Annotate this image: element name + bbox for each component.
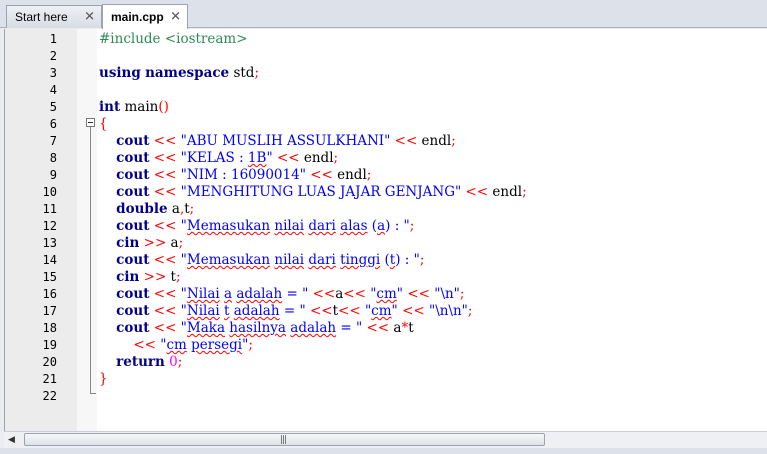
code-text: cout << "KELAS : 1B" << endl;: [116, 150, 339, 166]
close-icon[interactable]: ✕: [84, 10, 95, 25]
tab-label: Start here: [15, 10, 68, 24]
tab-start-here[interactable]: Start here ✕: [6, 5, 102, 28]
line-number: 1: [49, 32, 57, 46]
code-text: cout << "MENGHITUNG LUAS JAJAR GENJANG" …: [116, 184, 527, 200]
code-line[interactable]: 2: [5, 48, 765, 65]
scrollbar-thumb[interactable]: |||: [24, 433, 545, 446]
line-number: 14: [42, 253, 57, 267]
code-text: }: [99, 371, 108, 387]
code-line[interactable]: 13 cin >> a;: [5, 235, 765, 252]
code-line[interactable]: 15 cin >> t;: [5, 269, 765, 286]
code-text: cout << "Memasukan nilai dari tinggi (t)…: [116, 252, 425, 268]
code-text: double a,t;: [116, 201, 195, 217]
line-number: 10: [42, 185, 57, 199]
code-line[interactable]: 11 double a,t;: [5, 201, 765, 218]
horizontal-scrollbar[interactable]: ◀ |||: [4, 431, 767, 448]
code-line[interactable]: 21}: [5, 371, 765, 388]
line-number: 21: [42, 372, 57, 386]
line-number: 22: [42, 389, 57, 403]
code-line[interactable]: 18 cout << "Maka hasilnya adalah = " << …: [5, 320, 765, 337]
line-number: 11: [42, 202, 57, 216]
grip-icon: |||: [280, 435, 287, 445]
code-line[interactable]: 9 cout << "NIM : 16090014" << endl;: [5, 167, 765, 184]
code-line[interactable]: 8 cout << "KELAS : 1B" << endl;: [5, 150, 765, 167]
code-text: cin >> a;: [116, 235, 184, 251]
code-line[interactable]: 3 using namespace std;: [5, 65, 765, 82]
code-text: cout << "Memasukan nilai dari alas (a) :…: [116, 218, 415, 234]
code-line[interactable]: 17 cout << "Nilai t adalah = " <<t<< "cm…: [5, 303, 765, 320]
code-line[interactable]: 10 cout << "MENGHITUNG LUAS JAJAR GENJAN…: [5, 184, 765, 201]
code-line[interactable]: 7 cout << "ABU MUSLIH ASSULKHANI" << end…: [5, 133, 765, 150]
line-number: 3: [49, 66, 57, 80]
line-number: 18: [42, 321, 57, 335]
code-text: {: [99, 116, 108, 132]
code-line[interactable]: 5 int main(): [5, 99, 765, 116]
code-line[interactable]: 20 return 0;: [5, 354, 765, 371]
line-number: 19: [42, 338, 57, 352]
status-strip: [0, 448, 767, 454]
close-icon[interactable]: ✕: [170, 10, 181, 25]
line-number: 12: [42, 219, 57, 233]
line-number: 17: [42, 304, 57, 318]
code-line[interactable]: 14 cout << "Memasukan nilai dari tinggi …: [5, 252, 765, 269]
tab-main-cpp[interactable]: main.cpp ✕: [102, 4, 188, 29]
code-line[interactable]: 19 << "cm persegi";: [5, 337, 765, 354]
line-number: 13: [42, 236, 57, 250]
line-number: 20: [42, 355, 57, 369]
code-text: cout << "NIM : 16090014" << endl;: [116, 167, 372, 183]
code-text: int main(): [99, 99, 169, 115]
code-text: cout << "Nilai a adalah = " <<a<< "cm" <…: [116, 286, 465, 302]
line-number: 9: [49, 168, 57, 182]
code-text: cout << "ABU MUSLIH ASSULKHANI" << endl;: [116, 133, 456, 149]
code-text: cin >> t;: [116, 269, 181, 285]
line-number: 16: [42, 287, 57, 301]
tab-bar: Start here ✕ main.cpp ✕: [0, 0, 767, 29]
line-number: 7: [49, 134, 57, 148]
line-number: 2: [49, 49, 57, 63]
code-text: #include <iostream>: [99, 31, 248, 47]
line-number: 5: [49, 100, 57, 114]
code-line[interactable]: 22: [5, 388, 765, 405]
code-text: using namespace std;: [99, 65, 260, 81]
line-number: 8: [49, 151, 57, 165]
code-line[interactable]: 6{: [5, 116, 765, 133]
code-line[interactable]: 16 cout << "Nilai a adalah = " <<a<< "cm…: [5, 286, 765, 303]
tab-label: main.cpp: [111, 10, 164, 24]
code-text: cout << "Nilai t adalah = " <<t<< "cm" <…: [116, 303, 473, 319]
code-line[interactable]: 12 cout << "Memasukan nilai dari alas (a…: [5, 218, 765, 235]
line-number: 15: [42, 270, 57, 284]
line-number: 4: [49, 83, 57, 97]
code-line[interactable]: 4: [5, 82, 765, 99]
code-text: return 0;: [116, 354, 183, 370]
code-text: << "cm persegi";: [133, 337, 253, 353]
code-text: cout << "Maka hasilnya adalah = " << a*t: [116, 320, 414, 336]
scroll-left-icon[interactable]: ◀: [8, 435, 15, 445]
code-editor[interactable]: 1 #include <iostream> 2 3 using namespace st…: [4, 29, 767, 431]
line-number: 6: [49, 117, 57, 131]
code-line[interactable]: 1 #include <iostream>: [5, 31, 765, 48]
